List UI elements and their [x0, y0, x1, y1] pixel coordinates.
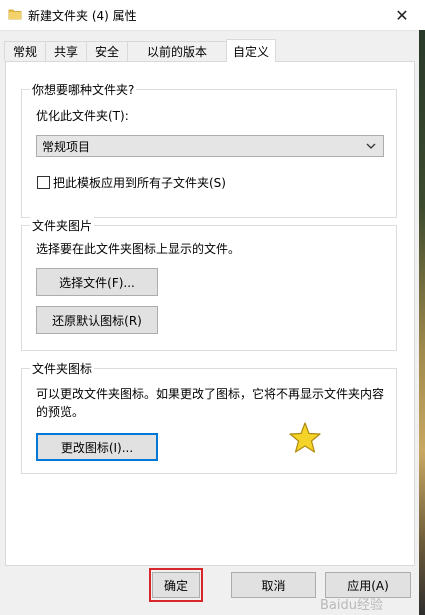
folder-picture-group: 文件夹图片 选择要在此文件夹图标上显示的文件。 选择文件(F)... 还原默认图…: [21, 217, 397, 351]
star-icon: [288, 421, 322, 458]
close-button[interactable]: ✕: [379, 0, 425, 30]
folder-type-group-title: 你想要哪种文件夹?: [30, 81, 137, 98]
choose-file-button[interactable]: 选择文件(F)...: [36, 268, 158, 296]
tab-customize[interactable]: 自定义: [226, 39, 276, 62]
window-title: 新建文件夹 (4) 属性: [28, 9, 137, 23]
title-bar: 新建文件夹 (4) 属性 ✕: [0, 0, 425, 31]
tab-sharing[interactable]: 共享: [45, 41, 87, 61]
optimize-select[interactable]: 常规项目: [36, 135, 384, 157]
chevron-down-icon: [365, 139, 377, 156]
folder-icon-group-title: 文件夹图标: [30, 360, 95, 377]
tab-general[interactable]: 常规: [4, 41, 46, 61]
folder-icon-description: 可以更改文件夹图标。如果更改了图标，它将不再显示文件夹内容的预览。: [36, 387, 385, 419]
folder-icon: [8, 7, 22, 24]
customize-panel: 你想要哪种文件夹? 优化此文件夹(T): 常规项目 把此模板应用到所有子文件夹(…: [5, 61, 415, 566]
desktop-background-edge: [419, 30, 425, 615]
tab-previous-versions[interactable]: 以前的版本: [127, 41, 227, 61]
change-icon-button[interactable]: 更改图标(I)...: [36, 433, 158, 461]
close-icon: ✕: [395, 5, 409, 25]
folder-picture-group-title: 文件夹图片: [30, 217, 95, 234]
optimize-selected-value: 常规项目: [42, 139, 91, 154]
folder-icon-group: 文件夹图标 可以更改文件夹图标。如果更改了图标，它将不再显示文件夹内容的预览。 …: [21, 360, 397, 474]
restore-default-button[interactable]: 还原默认图标(R): [36, 306, 158, 334]
apply-to-subfolders-label: 把此模板应用到所有子文件夹(S): [53, 176, 226, 190]
cancel-button[interactable]: 取消: [231, 572, 316, 598]
folder-type-group: 你想要哪种文件夹? 优化此文件夹(T): 常规项目 把此模板应用到所有子文件夹(…: [21, 81, 397, 218]
tab-security[interactable]: 安全: [86, 41, 128, 61]
apply-to-subfolders-checkbox[interactable]: [37, 176, 50, 189]
ok-button-highlight: [149, 568, 203, 602]
watermark-text: Baidu经验: [320, 598, 383, 613]
optimize-label: 优化此文件夹(T):: [36, 109, 129, 123]
folder-picture-description: 选择要在此文件夹图标上显示的文件。: [36, 242, 241, 256]
